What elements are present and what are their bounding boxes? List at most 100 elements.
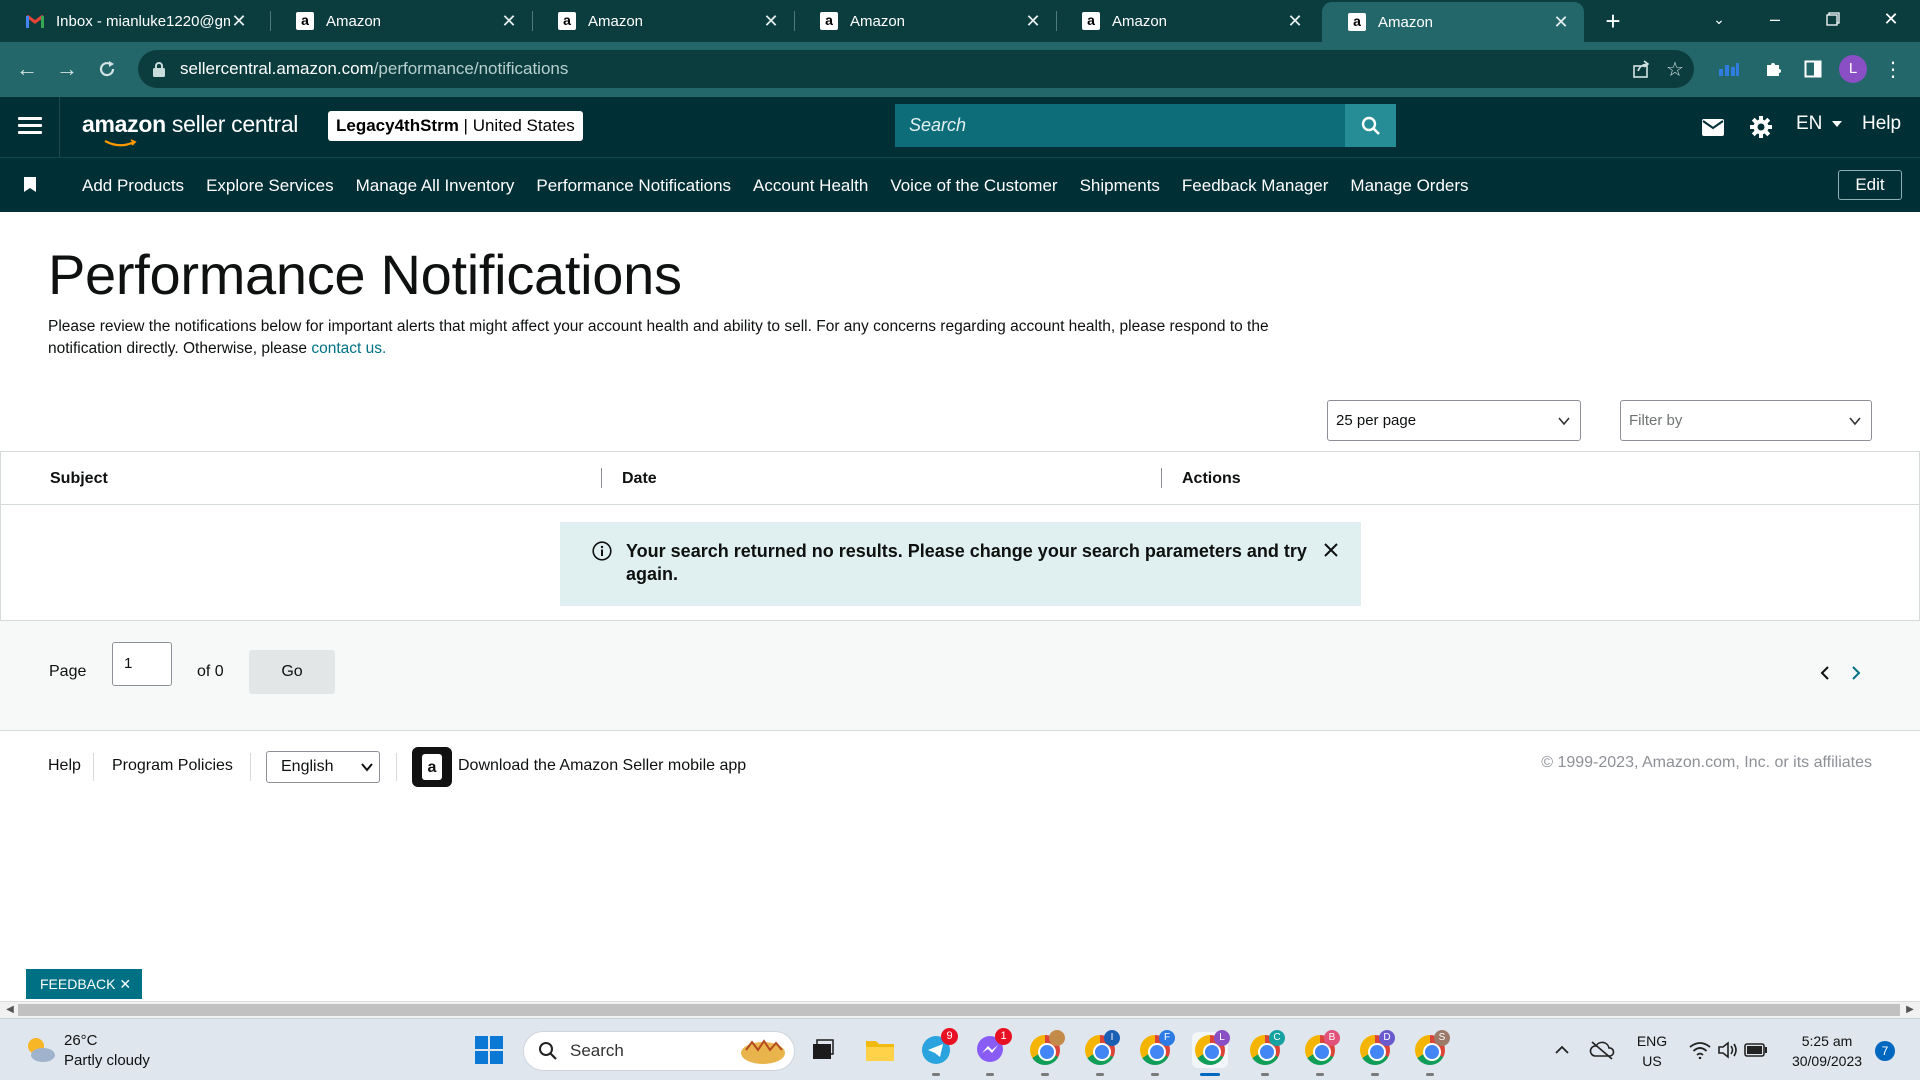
- reload-icon[interactable]: [90, 52, 124, 86]
- tab-title: Amazon: [1378, 13, 1434, 31]
- onedrive-offline-icon[interactable]: [1584, 1032, 1620, 1068]
- scrollbar-thumb[interactable]: [18, 1004, 1900, 1016]
- nav-manage-orders[interactable]: Manage Orders: [1350, 176, 1468, 196]
- notification-count-badge[interactable]: 7: [1875, 1041, 1895, 1061]
- help-link[interactable]: Help: [1862, 113, 1901, 135]
- chrome-icon[interactable]: S: [1412, 1030, 1450, 1076]
- hamburger-menu-icon[interactable]: [18, 117, 42, 137]
- messenger-icon[interactable]: 1: [972, 1028, 1012, 1076]
- feedback-button[interactable]: FEEDBACK ✕: [26, 969, 142, 999]
- browser-tab-amazon-active[interactable]: a Amazon ✕: [1322, 2, 1584, 42]
- side-panel-icon[interactable]: [1796, 52, 1830, 86]
- footer-language-select[interactable]: English: [266, 751, 380, 783]
- clock-time[interactable]: 5:25 am: [1782, 1033, 1872, 1049]
- share-icon[interactable]: [1622, 50, 1660, 88]
- tab-close-icon[interactable]: ✕: [230, 11, 248, 32]
- url-field[interactable]: sellercentral.amazon.com/performance/not…: [138, 50, 1694, 88]
- forward-icon[interactable]: →: [50, 52, 84, 86]
- edit-button[interactable]: Edit: [1838, 170, 1902, 200]
- amazon-app-icon[interactable]: a: [412, 747, 452, 787]
- chrome-icon[interactable]: [1027, 1030, 1065, 1076]
- column-header-actions[interactable]: Actions: [1182, 470, 1241, 488]
- nav-account-health[interactable]: Account Health: [753, 176, 868, 196]
- tab-search-icon[interactable]: ⌄: [1696, 0, 1742, 40]
- page-number-input[interactable]: 1: [112, 642, 172, 686]
- task-view-icon[interactable]: [805, 1032, 841, 1068]
- settings-gear-icon[interactable]: [1748, 114, 1774, 140]
- tab-close-icon[interactable]: ✕: [1552, 12, 1570, 33]
- tab-close-icon[interactable]: ✕: [500, 11, 518, 32]
- chrome-profile-badge: [1049, 1030, 1065, 1046]
- nav-add-products[interactable]: Add Products: [82, 176, 184, 196]
- close-window-button[interactable]: ✕: [1868, 0, 1914, 40]
- account-switcher[interactable]: Legacy4thStrm | United States: [328, 111, 583, 141]
- input-language[interactable]: ENG: [1634, 1033, 1670, 1049]
- browser-tab-gmail[interactable]: Inbox - mianluke1220@gm ✕: [0, 0, 262, 42]
- column-header-subject[interactable]: Subject: [50, 470, 108, 488]
- telegram-icon[interactable]: 9: [918, 1028, 958, 1076]
- seller-search-input[interactable]: Search: [895, 104, 1345, 147]
- chrome-icon-active[interactable]: L: [1192, 1030, 1230, 1076]
- taskbar-search[interactable]: Search: [523, 1031, 795, 1071]
- chrome-icon[interactable]: C: [1247, 1030, 1285, 1076]
- back-icon[interactable]: ←: [10, 52, 44, 86]
- tab-close-icon[interactable]: ✕: [1286, 11, 1304, 32]
- minimize-button[interactable]: –: [1752, 0, 1798, 40]
- nav-explore-services[interactable]: Explore Services: [206, 176, 334, 196]
- nav-shipments[interactable]: Shipments: [1080, 176, 1160, 196]
- show-hidden-icons-chevron-icon[interactable]: [1544, 1032, 1580, 1068]
- info-icon: [592, 541, 612, 561]
- extension-icon[interactable]: [1712, 52, 1746, 86]
- browser-tab-amazon[interactable]: a Amazon ✕: [794, 0, 1056, 42]
- browser-menu-icon[interactable]: ⋮: [1876, 52, 1910, 86]
- browser-tab-amazon[interactable]: a Amazon ✕: [270, 0, 532, 42]
- footer-help-link[interactable]: Help: [48, 757, 81, 775]
- download-app-link[interactable]: Download the Amazon Seller mobile app: [458, 757, 746, 775]
- program-policies-link[interactable]: Program Policies: [112, 757, 233, 775]
- horizontal-scrollbar[interactable]: ◀ ▶: [0, 1001, 1920, 1018]
- search-icon: [539, 1042, 557, 1060]
- running-indicator: [1371, 1073, 1379, 1076]
- browser-tab-amazon[interactable]: a Amazon ✕: [1056, 0, 1318, 42]
- mail-icon[interactable]: [1700, 114, 1726, 140]
- previous-page-icon[interactable]: [1818, 665, 1832, 681]
- search-button[interactable]: [1345, 104, 1396, 147]
- clock-date[interactable]: 30/09/2023: [1782, 1053, 1872, 1069]
- tab-close-icon[interactable]: ✕: [762, 11, 780, 32]
- tab-close-icon[interactable]: ✕: [1024, 11, 1042, 32]
- input-region[interactable]: US: [1634, 1053, 1670, 1069]
- language-dropdown[interactable]: EN: [1796, 113, 1842, 135]
- nav-items: Add Products Explore Services Manage All…: [82, 158, 1491, 213]
- new-tab-button[interactable]: +: [1598, 6, 1628, 36]
- restore-button[interactable]: [1810, 0, 1856, 40]
- profile-avatar[interactable]: L: [1839, 55, 1867, 83]
- running-indicator: [1426, 1073, 1434, 1076]
- chrome-icon[interactable]: D: [1357, 1030, 1395, 1076]
- windows-start-icon[interactable]: [471, 1032, 507, 1068]
- scroll-left-icon[interactable]: ◀: [2, 1002, 18, 1018]
- contact-us-link[interactable]: contact us.: [311, 340, 386, 357]
- bookmark-icon[interactable]: [24, 177, 36, 192]
- nav-voice-of-customer[interactable]: Voice of the Customer: [890, 176, 1057, 196]
- scroll-right-icon[interactable]: ▶: [1902, 1002, 1918, 1018]
- next-page-icon[interactable]: [1849, 665, 1863, 681]
- battery-icon[interactable]: [1738, 1032, 1774, 1068]
- amazon-seller-central-logo[interactable]: amazon seller central: [82, 111, 298, 147]
- puzzle-icon[interactable]: [1756, 52, 1790, 86]
- partly-cloudy-icon[interactable]: [22, 1032, 58, 1068]
- chrome-icon[interactable]: B: [1302, 1030, 1340, 1076]
- per-page-select[interactable]: 25 per page: [1327, 400, 1581, 441]
- copyright-text: © 1999-2023, Amazon.com, Inc. or its aff…: [1541, 754, 1872, 771]
- chrome-icon[interactable]: F: [1137, 1030, 1175, 1076]
- file-explorer-icon[interactable]: [862, 1032, 898, 1068]
- bookmark-star-icon[interactable]: ☆: [1656, 50, 1694, 88]
- browser-tab-amazon[interactable]: a Amazon ✕: [532, 0, 794, 42]
- nav-feedback-manager[interactable]: Feedback Manager: [1182, 176, 1328, 196]
- chrome-icon[interactable]: I: [1082, 1030, 1120, 1076]
- nav-performance-notifications[interactable]: Performance Notifications: [536, 176, 731, 196]
- go-button[interactable]: Go: [249, 650, 335, 694]
- nav-manage-all-inventory[interactable]: Manage All Inventory: [356, 176, 515, 196]
- close-icon[interactable]: [1323, 542, 1339, 558]
- filter-by-select[interactable]: Filter by: [1620, 400, 1872, 441]
- column-header-date[interactable]: Date: [622, 470, 657, 488]
